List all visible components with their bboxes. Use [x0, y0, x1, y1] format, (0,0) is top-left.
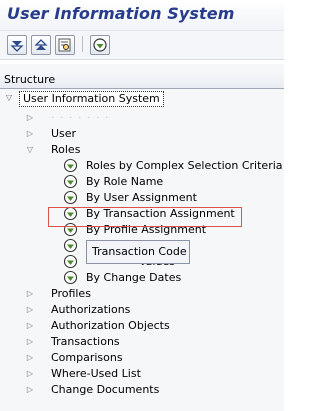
tree-folder-item[interactable]: ▷ Authorization Objects — [0, 318, 284, 334]
collapse-all-icon — [34, 39, 48, 50]
collapsed-triangle-icon[interactable]: ▷ — [25, 366, 35, 382]
tree-folder-item[interactable]: ▷ Comparisons — [0, 350, 284, 366]
tree-report-item[interactable]: By Role Name — [0, 174, 284, 190]
title-bar: User Information System — [0, 0, 284, 30]
execute-icon — [93, 38, 107, 52]
execute-report-icon[interactable] — [63, 238, 78, 253]
execute-report-icon[interactable] — [63, 174, 78, 189]
tree-item-label[interactable]: Transactions — [51, 334, 120, 350]
tree-item-label[interactable]: Roles by Complex Selection Criteria — [86, 158, 283, 174]
expand-all-icon — [10, 41, 24, 52]
collapsed-triangle-icon[interactable]: ▷ — [25, 302, 35, 318]
collapsed-triangle-icon[interactable]: ▷ — [25, 318, 35, 334]
expand-all-button[interactable] — [7, 35, 27, 55]
collapsed-triangle-icon[interactable]: ▷ — [25, 110, 35, 126]
tree-item-label[interactable]: Authorization Objects — [51, 318, 170, 334]
toolbar-separator — [82, 36, 83, 52]
tree-item-label[interactable]: By Change Dates — [86, 270, 181, 286]
find-button[interactable] — [55, 35, 75, 55]
tree-report-item[interactable]: By User Assignment — [0, 190, 284, 206]
tree-panel: Structure ▽ User Information System ▷ · ·… — [0, 64, 284, 411]
tree-root-label[interactable]: User Information System — [19, 91, 164, 107]
tree-folder-item[interactable]: ▷ Profiles — [0, 286, 284, 302]
tree-item-label[interactable]: Change Documents — [51, 382, 159, 398]
tree-item-label[interactable]: · · · · · · · — [51, 110, 109, 126]
window-title: User Information System — [7, 4, 235, 23]
execute-button[interactable] — [90, 35, 110, 55]
collapsed-triangle-icon[interactable]: ▷ — [25, 382, 35, 398]
collapsed-triangle-icon[interactable]: ▷ — [25, 126, 35, 142]
tree-item-label[interactable]: By User Assignment — [86, 190, 197, 206]
application-toolbar — [0, 30, 284, 60]
execute-report-icon[interactable] — [63, 254, 78, 269]
tree-item-label[interactable]: User — [51, 126, 76, 142]
tree-header: Structure — [0, 72, 284, 89]
execute-report-icon[interactable] — [63, 190, 78, 205]
tree-folder-item[interactable]: ▽ Roles — [0, 142, 284, 158]
collapsed-triangle-icon[interactable]: ▷ — [25, 350, 35, 366]
execute-report-icon[interactable] — [63, 158, 78, 173]
tree-item-label[interactable]: By Role Name — [86, 174, 163, 190]
tree-header-label: Structure — [4, 73, 56, 86]
find-icon — [58, 38, 71, 52]
tree-folder-item[interactable]: ▷ Change Documents — [0, 382, 284, 398]
expanded-triangle-icon[interactable]: ▽ — [25, 142, 35, 158]
tree-item-label[interactable]: Authorizations — [51, 302, 130, 318]
expanded-triangle-icon[interactable]: ▽ — [4, 90, 14, 106]
tree-item-label[interactable]: Comparisons — [51, 350, 123, 366]
collapse-all-button[interactable] — [31, 35, 51, 55]
selection-highlight — [48, 207, 242, 227]
tree-item-label[interactable]: Where-Used List — [51, 366, 141, 382]
tree-folder-item[interactable]: ▷ Transactions — [0, 334, 284, 350]
tree-folder-item[interactable]: ▷ User — [0, 126, 284, 142]
tree-item-label[interactable]: Roles — [51, 142, 80, 158]
tree-report-item[interactable]: Roles by Complex Selection Criteria — [0, 158, 284, 174]
tree-root[interactable]: ▽ User Information System — [0, 90, 284, 107]
tooltip: Transaction Code — [86, 240, 190, 264]
tree-folder-item[interactable]: ▷ Authorizations — [0, 302, 284, 318]
collapsed-triangle-icon[interactable]: ▷ — [25, 334, 35, 350]
tree-item-label[interactable]: Profiles — [51, 286, 91, 302]
execute-report-icon[interactable] — [63, 270, 78, 285]
collapsed-triangle-icon[interactable]: ▷ — [25, 286, 35, 302]
tree-folder-item[interactable]: ▷ Where-Used List — [0, 366, 284, 382]
tree-folder-item[interactable]: ▷ · · · · · · · — [0, 110, 284, 126]
tree-report-item[interactable]: By Change Dates — [0, 270, 284, 286]
